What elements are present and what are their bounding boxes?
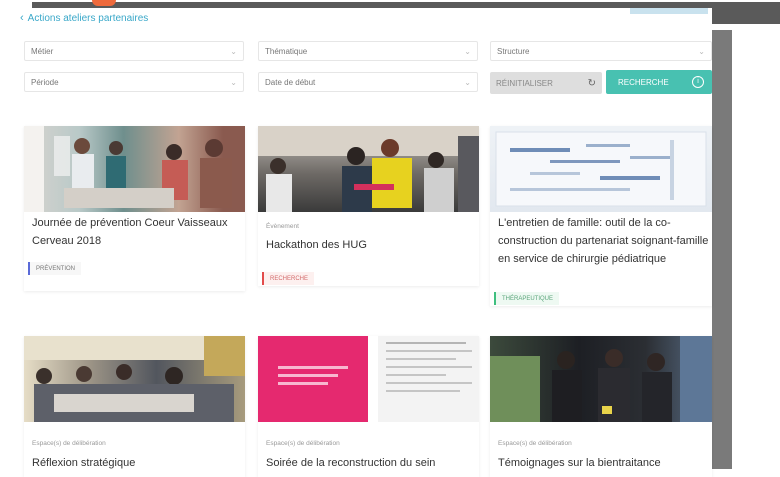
card-title[interactable]: Témoignages sur la bientraitance [498,454,708,472]
search-button[interactable]: RECHERCHE i [606,70,712,94]
reset-field[interactable]: RÉINITIALISER ↻ [490,72,602,94]
filter-structure-label: Structure [497,46,530,56]
right-scrollbar[interactable] [712,30,732,469]
filter-metier[interactable]: Métier ⌄ [24,41,244,61]
filter-date-debut[interactable]: Date de début ⌄ [258,72,478,92]
card[interactable]: Espace(s) de délibération Réflexion stra… [24,336,245,477]
card-category: Espace(s) de délibération [266,440,340,447]
card-image [24,126,245,212]
top-right-frame-bar [712,2,780,24]
chevron-down-icon: ⌄ [464,46,471,56]
card[interactable]: L'entretien de famille: outil de la co-c… [490,126,712,306]
refresh-icon[interactable]: ↻ [588,78,596,89]
card[interactable]: Espace(s) de délibération Soirée de la r… [258,336,479,477]
card-tag: PRÉVENTION [28,262,82,275]
card-category: Évènement [266,223,299,230]
filter-date-label: Date de début [265,77,316,87]
card-image [258,126,479,212]
back-link-label: Actions ateliers partenaires [27,12,149,24]
filter-structure[interactable]: Structure ⌄ [490,41,712,61]
chevron-down-icon: ⌄ [230,77,237,87]
card-tag: THÉRAPEUTIQUE [494,292,560,305]
card[interactable]: Journée de prévention Coeur Vaisseaux Ce… [24,126,245,291]
card-image [490,126,712,212]
app-content: ‹ Actions ateliers partenaires Métier ⌄ … [20,8,712,477]
chevron-down-icon: ⌄ [464,77,471,87]
card-image [258,336,479,422]
search-button-label: RECHERCHE [618,77,669,87]
chevron-left-icon: ‹ [20,12,24,24]
header-chip [630,8,708,14]
filter-periode-label: Période [31,77,59,87]
card-tag: RECHERCHE [262,272,315,285]
card-title[interactable]: Journée de prévention Coeur Vaisseaux Ce… [32,214,232,250]
logo-icon [92,0,116,6]
card-title[interactable]: Réflexion stratégique [32,454,242,472]
card-image [490,336,712,422]
back-link[interactable]: ‹ Actions ateliers partenaires [20,12,148,24]
card-category: Espace(s) de délibération [498,440,572,447]
card[interactable]: Évènement Hackathon des HUG RECHERCHE [258,126,479,286]
info-icon: i [692,76,704,88]
chevron-down-icon: ⌄ [698,46,705,56]
card-title[interactable]: Hackathon des HUG [266,236,466,254]
filter-thematique[interactable]: Thématique ⌄ [258,41,478,61]
card-image [24,336,245,422]
card-title[interactable]: Soirée de la reconstruction du sein [266,454,476,472]
card-category: Espace(s) de délibération [32,440,106,447]
card[interactable]: Espace(s) de délibération Témoignages su… [490,336,712,477]
filter-thematique-label: Thématique [265,46,308,56]
filter-periode[interactable]: Période ⌄ [24,72,244,92]
card-title[interactable]: L'entretien de famille: outil de la co-c… [498,214,710,268]
reset-label: RÉINITIALISER [496,78,553,88]
filter-metier-label: Métier [31,46,54,56]
chevron-down-icon: ⌄ [230,46,237,56]
